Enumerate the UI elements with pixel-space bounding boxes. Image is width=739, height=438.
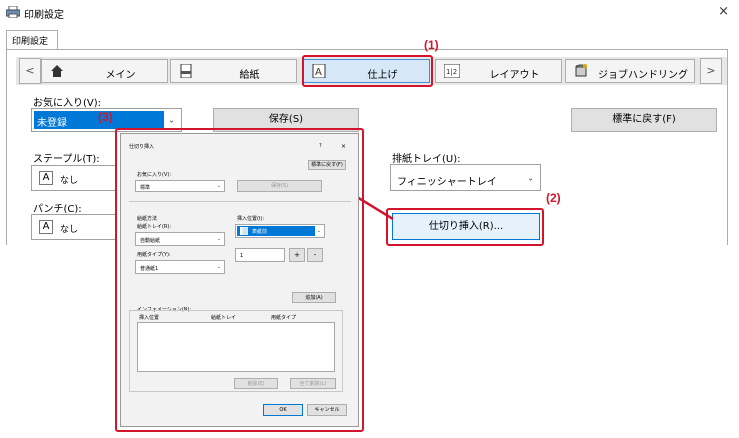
tab-main-label: メイン bbox=[105, 70, 136, 81]
title-bar: 印刷設定 × bbox=[0, 0, 739, 24]
staple-value: なし bbox=[60, 176, 79, 186]
printer-icon bbox=[6, 6, 20, 18]
home-icon bbox=[51, 65, 63, 77]
favorites-label: お気に入り(V): bbox=[33, 98, 102, 109]
callout-label-1: (1) bbox=[424, 38, 439, 52]
callout-label-2: (2) bbox=[546, 191, 561, 205]
tab-prev-button[interactable]: < bbox=[19, 58, 41, 84]
tab-next-button[interactable]: > bbox=[700, 58, 722, 84]
tab-layout[interactable]: 1|2 レイアウト bbox=[435, 59, 562, 83]
job-handling-icon bbox=[575, 64, 587, 77]
tab-main[interactable]: メイン bbox=[41, 59, 168, 83]
callout-box-1 bbox=[302, 55, 433, 87]
tab-job-handling-label: ジョブハンドリング bbox=[598, 70, 688, 81]
output-tray-value: フィニッシャートレイ bbox=[397, 177, 497, 188]
output-tray-label: 排紙トレイ(U): bbox=[392, 154, 461, 165]
tab-layout-label: レイアウト bbox=[489, 70, 540, 81]
tab-job-handling[interactable]: ジョブハンドリング bbox=[565, 59, 695, 83]
close-icon[interactable]: × bbox=[718, 4, 729, 19]
tab-paper[interactable]: 給紙 bbox=[170, 59, 297, 83]
tab-print-settings[interactable]: 印刷設定 bbox=[6, 30, 58, 50]
chevron-down-icon: ⌄ bbox=[527, 173, 534, 182]
callout-box-2 bbox=[386, 208, 544, 246]
staple-select[interactable]: A なし bbox=[31, 165, 116, 191]
staple-label: ステープル(T): bbox=[33, 154, 100, 165]
punch-option-icon: A bbox=[39, 220, 53, 234]
staple-option-icon: A bbox=[39, 171, 53, 185]
restore-defaults-button[interactable]: 標準に戻す(F) bbox=[571, 108, 717, 132]
paper-tray-icon bbox=[180, 64, 192, 78]
punch-value: なし bbox=[60, 225, 79, 235]
punch-select[interactable]: A なし bbox=[31, 214, 116, 240]
window-title: 印刷設定 bbox=[24, 10, 64, 21]
callout-box-3 bbox=[115, 128, 364, 432]
layout-icon: 1|2 bbox=[444, 64, 460, 78]
callout-label-3: (3) bbox=[98, 110, 113, 124]
punch-label: パンチ(C): bbox=[33, 204, 82, 215]
output-tray-select[interactable]: フィニッシャートレイ ⌄ bbox=[390, 164, 541, 191]
tab-paper-label: 給紙 bbox=[239, 70, 260, 81]
svg-text:1|2: 1|2 bbox=[446, 68, 457, 76]
chevron-down-icon: ⌄ bbox=[168, 115, 175, 125]
